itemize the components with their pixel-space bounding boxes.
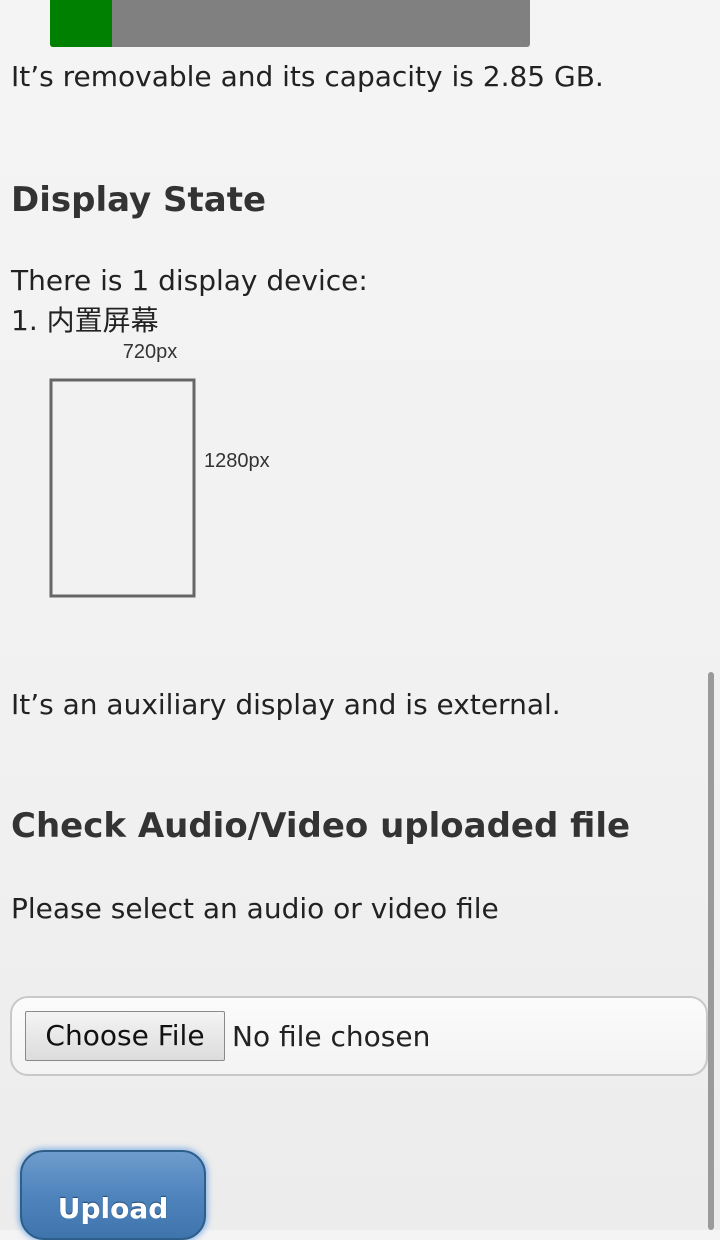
storage-usage-bar [50, 0, 530, 47]
display-state-heading: Display State [11, 180, 266, 220]
av-check-heading: Check Audio/Video uploaded file [11, 806, 631, 846]
vertical-scrollbar[interactable] [708, 672, 714, 1230]
display-device-name: 1. 内置屏幕 [11, 304, 159, 337]
file-status-text: No file chosen [232, 1020, 431, 1053]
storage-description: It’s removable and its capacity is 2.85 … [11, 60, 604, 93]
storage-usage-fill [50, 0, 113, 47]
display-height-label: 1280px [204, 450, 270, 472]
choose-file-button[interactable]: Choose File [25, 1011, 225, 1061]
display-diagram: 720px 1280px [49, 341, 270, 598]
upload-button[interactable]: Upload [20, 1150, 206, 1240]
display-outline [49, 378, 196, 598]
display-count-text: There is 1 display device: [11, 264, 368, 297]
file-input-container: Choose File No file chosen [10, 996, 708, 1076]
display-description: It’s an auxiliary display and is externa… [11, 688, 561, 721]
av-instruction-text: Please select an audio or video file [11, 892, 499, 925]
display-width-label: 720px [123, 341, 178, 363]
